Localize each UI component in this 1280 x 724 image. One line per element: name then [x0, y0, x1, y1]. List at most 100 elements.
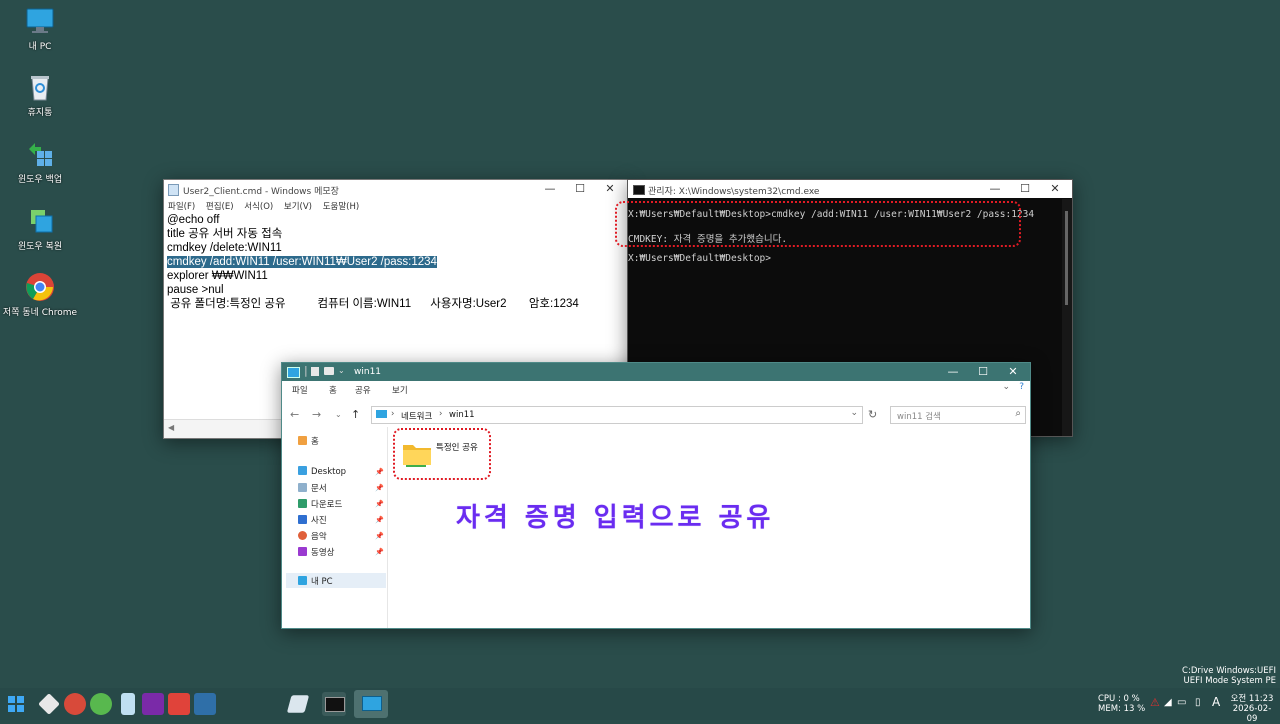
vertical-scrollbar[interactable] [1062, 199, 1072, 436]
breadcrumb-separator: › [439, 409, 443, 419]
search-icon[interactable]: ⌕ [1015, 408, 1021, 419]
app-icon[interactable] [194, 693, 216, 715]
notepad-titlebar[interactable]: User2_Client.cmd - Windows 메모장 — ☐ ✕ [164, 180, 627, 198]
text-line: pause >nul [167, 284, 224, 296]
console-line: X:₩Users₩Default₩Desktop> [628, 253, 771, 264]
recent-chevron-icon[interactable]: ⌄ [335, 410, 342, 419]
nav-item-label: 사진 [311, 516, 327, 526]
windows-logo-icon [8, 696, 24, 712]
close-icon[interactable]: ✕ [998, 363, 1028, 381]
desktop-icon-recycle-bin[interactable]: 휴지통 [2, 72, 78, 118]
desktop-icon-restore[interactable]: 윈도우 복원 [2, 206, 78, 252]
properties-icon[interactable] [311, 367, 319, 376]
refresh-icon[interactable]: ↻ [868, 408, 877, 421]
taskbar: CPU : 0 % MEM: 13 % ⚠ ◢ ▭ ▯ A 오전 11:23 2… [0, 688, 1280, 724]
nav-item-downloads[interactable]: 다운로드 [298, 498, 342, 511]
pin-icon[interactable]: 📌 [375, 532, 384, 540]
text-line: title 공유 서버 자동 접속 [167, 228, 283, 240]
input-method-indicator[interactable]: A [1212, 696, 1220, 708]
minimize-icon[interactable]: — [535, 180, 565, 198]
resource-monitor: CPU : 0 % MEM: 13 % [1098, 694, 1148, 714]
cmd-taskbar-button[interactable] [322, 692, 346, 716]
desktop-icon-label: 윈도우 백업 [17, 175, 63, 185]
tab-file[interactable]: 파일 [292, 384, 308, 396]
text-line: explorer ₩₩WIN11 [167, 270, 268, 282]
address-bar[interactable]: › 네트워크 › win11 ⌄ [371, 406, 863, 424]
pin-icon[interactable]: 📌 [375, 548, 384, 556]
chevron-down-icon[interactable]: ⌄ [338, 366, 345, 375]
nav-item-my-pc[interactable]: 내 PC [298, 575, 333, 588]
nav-item-music[interactable]: 음악 [298, 530, 327, 543]
nav-item-home[interactable]: 홈 [298, 435, 319, 448]
desktop-icon-chrome[interactable]: 저쪽 동네 Chrome [2, 272, 78, 318]
tab-view[interactable]: 보기 [392, 384, 408, 396]
nav-item-label: 음악 [311, 532, 327, 542]
battery-icon[interactable]: ▯ [1195, 698, 1201, 708]
desktop-icon-my-pc[interactable]: 내 PC [2, 6, 78, 52]
pictures-icon [298, 515, 307, 524]
app-icon[interactable] [121, 693, 135, 715]
maximize-icon[interactable]: ☐ [968, 363, 998, 381]
keyboard-icon[interactable]: ▭ [1177, 698, 1186, 708]
desktop-icon-label: 윈도우 복원 [17, 242, 63, 252]
start-button[interactable] [8, 696, 24, 712]
maximize-icon[interactable]: ☐ [1010, 180, 1040, 198]
selected-text-line: cmdkey /add:WIN11 /user:WIN11₩User2 /pas… [167, 256, 437, 268]
desktop-icon-backup[interactable]: 윈도우 백업 [2, 139, 78, 185]
nav-item-videos[interactable]: 동영상 [298, 546, 334, 559]
speaker-icon[interactable]: ◢ [1164, 698, 1172, 708]
minimize-icon[interactable]: — [980, 180, 1010, 198]
navigation-pane: 홈 Desktop 📌 문서 📌 다운로드 📌 사진 📌 음악 📌 동영상 📌 … [282, 427, 388, 628]
breadcrumb-network[interactable]: 네트워크 [401, 410, 432, 422]
app-icon[interactable] [168, 693, 190, 715]
notepad-taskbar-icon[interactable] [286, 695, 310, 713]
forward-arrow-icon[interactable]: → [312, 408, 321, 421]
menu-file[interactable]: 파일(F) [168, 200, 195, 212]
close-icon[interactable]: ✕ [1040, 180, 1070, 198]
chevron-down-icon[interactable]: ⌄ [850, 408, 858, 418]
explorer-window: | ⌄ win11 — ☐ ✕ 파일 홈 공유 보기 ⌄ ? ← → ⌄ ↑ ›… [281, 362, 1031, 629]
close-icon[interactable]: ✕ [595, 180, 625, 198]
app-icon[interactable] [90, 693, 112, 715]
memory-usage: MEM: 13 % [1098, 704, 1146, 714]
app-icon[interactable] [64, 693, 86, 715]
desktop-icon-label: 내 PC [28, 42, 52, 52]
tool-icon[interactable] [38, 693, 60, 715]
system-info: C:Drive Windows:UEFI UEFI Mode System PE [1182, 666, 1276, 686]
new-folder-icon[interactable] [324, 367, 334, 375]
menu-format[interactable]: 서식(O) [244, 200, 273, 212]
menu-view[interactable]: 보기(V) [284, 200, 312, 212]
pin-icon[interactable]: 📌 [375, 484, 384, 492]
back-arrow-icon[interactable]: ← [290, 408, 299, 421]
scroll-left-icon[interactable]: ◀ [168, 423, 174, 432]
nav-item-documents[interactable]: 문서 [298, 482, 327, 495]
pin-icon[interactable]: 📌 [375, 468, 384, 476]
desktop-folder-icon [298, 466, 307, 475]
maximize-icon[interactable]: ☐ [565, 180, 595, 198]
menu-edit[interactable]: 편집(E) [206, 200, 234, 212]
explorer-taskbar-button[interactable] [354, 690, 388, 718]
explorer-titlebar[interactable]: | ⌄ win11 — ☐ ✕ [282, 363, 1030, 381]
app-icon[interactable] [142, 693, 164, 715]
nav-item-desktop[interactable]: Desktop [298, 466, 346, 479]
cpu-usage: CPU : 0 % [1098, 694, 1140, 704]
tab-share[interactable]: 공유 [355, 384, 371, 396]
menu-help[interactable]: 도움말(H) [323, 200, 359, 212]
pin-icon[interactable]: 📌 [375, 500, 384, 508]
search-box[interactable]: win11 검색 ⌕ [890, 406, 1026, 424]
chevron-down-icon[interactable]: ⌄ [1002, 382, 1010, 392]
nav-item-label: 홈 [311, 437, 319, 447]
chrome-icon [25, 272, 55, 302]
minimize-icon[interactable]: — [938, 363, 968, 381]
breadcrumb-win11[interactable]: win11 [449, 410, 475, 420]
search-input[interactable]: win11 검색 [897, 410, 941, 422]
help-icon[interactable]: ? [1019, 382, 1024, 392]
pin-icon[interactable]: 📌 [375, 516, 384, 524]
scrollbar-thumb[interactable] [1065, 211, 1068, 305]
network-warning-icon[interactable]: ⚠ [1150, 697, 1160, 708]
up-arrow-icon[interactable]: ↑ [351, 408, 360, 421]
cmd-titlebar[interactable]: 관리자: X:\Windows\system32\cmd.exe — ☐ ✕ [628, 180, 1072, 198]
nav-item-pictures[interactable]: 사진 [298, 514, 327, 527]
tab-home[interactable]: 홈 [329, 384, 337, 396]
nav-item-label: 문서 [311, 484, 327, 494]
